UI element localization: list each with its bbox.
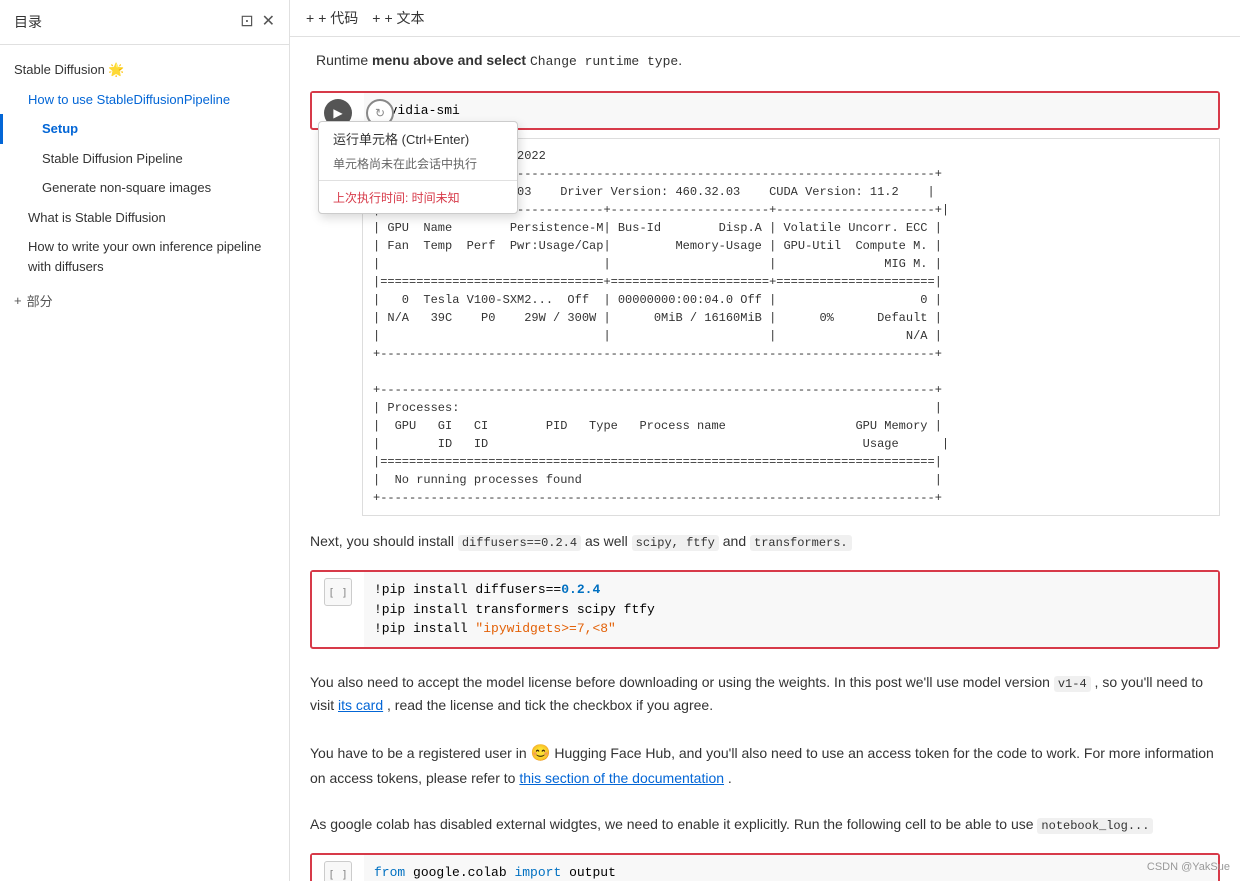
sidebar-item-label: How to use StableDiffusionPipeline	[28, 92, 230, 107]
cell3-from: from	[374, 865, 405, 880]
text4-content: As google colab has disabled external wi…	[310, 816, 1037, 832]
toolbar: + + 代码 + + 文本	[290, 0, 1240, 37]
add-text-button[interactable]: + + 文本	[372, 8, 424, 28]
its-card-link[interactable]: its card	[338, 697, 383, 713]
content-area: Runtime menu above and select Change run…	[290, 37, 1240, 881]
runtime-static: Runtime	[316, 52, 372, 68]
text-block-1: Next, you should install diffusers==0.2.…	[310, 516, 1220, 562]
text2-code: v1-4	[1054, 676, 1091, 692]
plus-text-icon: +	[372, 10, 380, 26]
text1-before: Next, you should install	[310, 533, 454, 549]
text1-code3: transformers.	[750, 535, 852, 551]
text2-after: , read the license and tick the checkbox…	[387, 697, 713, 713]
text1-and: and	[723, 533, 750, 549]
sidebar-header: 目录 ⊡ ✕	[0, 0, 289, 45]
sidebar-item-setup[interactable]: Setup	[0, 114, 289, 144]
main-content: + + 代码 + + 文本 Runtime menu above and sel…	[290, 0, 1240, 881]
text4-code: notebook_log...	[1037, 818, 1153, 834]
sidebar-item-label: Stable Diffusion 🌟	[14, 60, 125, 80]
sidebar-item-what-is[interactable]: What is Stable Diffusion	[0, 203, 289, 233]
sidebar-item-label: Setup	[42, 121, 78, 136]
cell3-code[interactable]: from google.colab import output	[364, 855, 1218, 881]
add-code-label: + 代码	[318, 8, 358, 28]
sidebar-item-pipeline[interactable]: Stable Diffusion Pipeline	[0, 144, 289, 174]
tooltip-popup: 运行单元格 (Ctrl+Enter) 单元格尚未在此会话中执行 上次执行时间: …	[318, 121, 518, 214]
runtime-code: Change runtime type.	[526, 52, 682, 68]
cell1-wrapper: ▶ !nvidia-smi 运行单元格 (Ctrl+Enter) 单元格尚未在此…	[310, 91, 1220, 131]
csdn-watermark: CSDN @YakSue	[1147, 861, 1230, 873]
sidebar-title: 目录	[14, 12, 42, 32]
runtime-menu: menu above and select	[372, 52, 526, 68]
cell2-line1: !pip install diffusers==0.2.4	[374, 582, 600, 597]
sidebar: 目录 ⊡ ✕ Stable Diffusion 🌟 How to use Sta…	[0, 0, 290, 881]
cell3-run-indicator[interactable]: [ ]	[324, 861, 352, 881]
text1-middle: as well	[585, 533, 632, 549]
sidebar-item-non-square[interactable]: Generate non-square images	[0, 173, 289, 203]
sidebar-content: Stable Diffusion 🌟 How to use StableDiff…	[0, 45, 289, 881]
tooltip-run-action[interactable]: 运行单元格 (Ctrl+Enter)	[319, 122, 517, 155]
cell2-gutter: [ ]	[312, 572, 364, 606]
text-block-4: As google colab has disabled external wi…	[310, 799, 1220, 845]
close-icon[interactable]: ✕	[262, 14, 275, 30]
expand-icon[interactable]: ⊡	[240, 14, 253, 30]
cell3-name: output	[569, 865, 616, 880]
plus-code-icon: +	[306, 10, 314, 26]
sidebar-item-label: Generate non-square images	[42, 180, 211, 195]
runtime-text: Runtime menu above and select Change run…	[310, 37, 1220, 83]
cell2-run-indicator[interactable]: [ ]	[324, 578, 352, 606]
cell3-module: google.colab	[413, 865, 514, 880]
docs-link[interactable]: this section of the documentation	[519, 770, 724, 786]
sidebar-item-inference[interactable]: How to write your own inference pipeline…	[0, 232, 289, 281]
tooltip-divider	[319, 180, 517, 181]
sidebar-item-label: How to write your own inference pipeline…	[28, 239, 261, 274]
add-code-button[interactable]: + + 代码	[306, 8, 358, 28]
cell3-gutter: [ ]	[312, 855, 364, 881]
text1-code1: diffusers==0.2.4	[458, 535, 581, 551]
add-section-btn[interactable]: + 部分	[0, 281, 289, 320]
huggingface-emoji: 😊	[531, 745, 551, 762]
tooltip-desc: 单元格尚未在此会话中执行	[319, 155, 517, 178]
plus-icon: +	[14, 293, 22, 308]
sidebar-header-icons: ⊡ ✕	[240, 14, 275, 30]
tooltip-time: 上次执行时间: 时间未知	[319, 183, 517, 213]
csdn-watermark-text: CSDN @YakSue	[1147, 861, 1230, 873]
text2-content: You also need to accept the model licens…	[310, 674, 1054, 690]
code-cell-3: [ ] from google.colab import output	[310, 853, 1220, 881]
text3-period: .	[728, 770, 732, 786]
add-text-label: + 文本	[384, 8, 424, 28]
sidebar-item-how-to-use[interactable]: How to use StableDiffusionPipeline	[0, 85, 289, 115]
text-block-3: You have to be a registered user in 😊 Hu…	[310, 726, 1220, 799]
cell2-line3: !pip install "ipywidgets>=7,<8"	[374, 621, 616, 636]
cell2-line2: !pip install transformers scipy ftfy	[374, 602, 655, 617]
cell2-code[interactable]: !pip install diffusers==0.2.4 !pip insta…	[364, 572, 1218, 647]
text3-line1-before: You have to be a registered user in	[310, 745, 531, 761]
sidebar-item-stable-diffusion[interactable]: Stable Diffusion 🌟	[0, 55, 289, 85]
sidebar-item-label: Stable Diffusion Pipeline	[42, 151, 183, 166]
text1-code2: scipy, ftfy	[632, 535, 719, 551]
sidebar-item-label: What is Stable Diffusion	[28, 210, 166, 225]
text-block-2: You also need to accept the model licens…	[310, 657, 1220, 727]
cell3-import: import	[514, 865, 561, 880]
code-cell-2: [ ] !pip install diffusers==0.2.4 !pip i…	[310, 570, 1220, 649]
add-section-label: 部分	[27, 291, 53, 310]
